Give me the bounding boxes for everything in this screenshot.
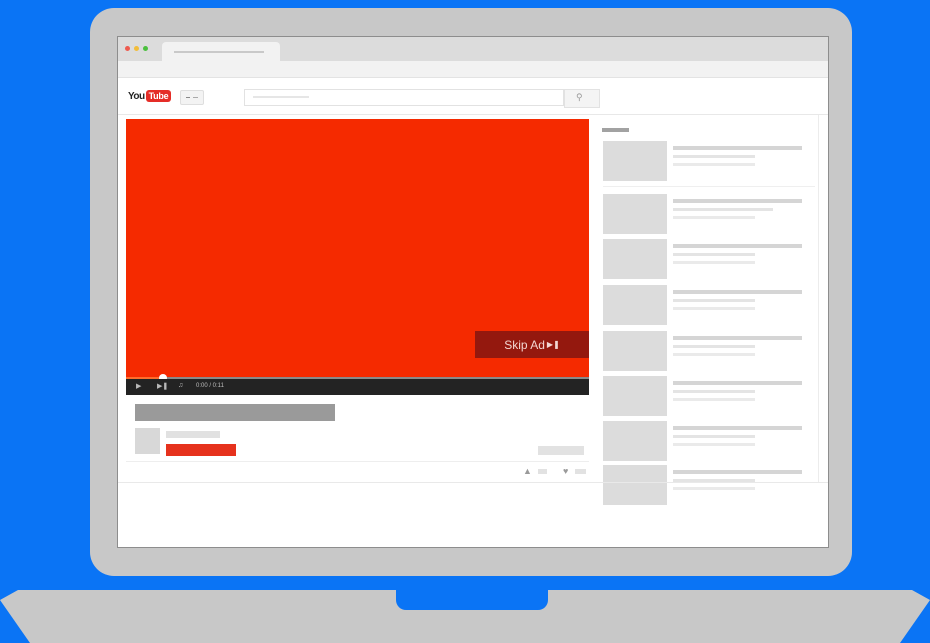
search-input[interactable] xyxy=(244,89,564,106)
tab-title-placeholder xyxy=(174,51,264,53)
chevron-down-icon xyxy=(193,97,198,98)
related-video-thumbnail[interactable] xyxy=(603,421,667,461)
related-video-views-placeholder xyxy=(673,216,755,219)
related-video-channel-placeholder xyxy=(673,435,755,438)
related-video-channel-placeholder xyxy=(673,253,755,256)
related-video-item[interactable] xyxy=(603,331,813,371)
related-video-thumbnail[interactable] xyxy=(603,285,667,325)
youtube-logo[interactable]: You Tube xyxy=(128,89,172,103)
related-video-thumbnail[interactable] xyxy=(603,465,667,505)
browser-address-strip xyxy=(118,61,828,78)
related-video-views-placeholder xyxy=(673,261,755,264)
search-placeholder xyxy=(253,96,309,98)
volume-icon[interactable]: ♫ xyxy=(178,382,183,389)
related-video-item[interactable] xyxy=(603,285,813,325)
menu-icon xyxy=(186,97,190,98)
time-display: 0:00 / 0:11 xyxy=(196,383,224,389)
skip-ad-label: Skip Ad xyxy=(504,337,545,352)
channel-avatar[interactable] xyxy=(135,428,160,454)
related-video-thumbnail[interactable] xyxy=(603,376,667,416)
browser-title-bar xyxy=(118,37,828,62)
related-video-title-placeholder xyxy=(673,336,802,340)
related-video-item[interactable] xyxy=(603,376,813,416)
related-video-views-placeholder xyxy=(673,307,755,310)
related-video-item[interactable] xyxy=(603,465,813,505)
skip-next-icon: ▶❚ xyxy=(546,340,560,349)
window-minimize-button[interactable] xyxy=(134,46,139,51)
related-video-thumbnail[interactable] xyxy=(603,194,667,234)
dislike-count-placeholder xyxy=(575,469,586,474)
related-video-title-placeholder xyxy=(673,381,802,385)
search-icon: ⚲ xyxy=(576,92,583,102)
related-video-thumbnail[interactable] xyxy=(603,239,667,279)
up-next-heading xyxy=(602,128,629,132)
related-video-thumbnail[interactable] xyxy=(603,141,667,181)
channel-name-placeholder[interactable] xyxy=(166,431,220,438)
skip-ad-button[interactable]: Skip Ad ▶❚ xyxy=(475,331,589,358)
laptop-screen: You Tube ⚲ Skip Ad ▶❚ ▶ ▶❚ ♫ 0:00 / 0:11 xyxy=(117,36,829,548)
related-video-views-placeholder xyxy=(673,353,755,356)
player-controls-bar: ▶ ▶❚ ♫ 0:00 / 0:11 xyxy=(126,379,589,395)
play-icon[interactable]: ▶ xyxy=(136,382,141,390)
related-video-title-placeholder xyxy=(673,426,802,430)
related-video-views-placeholder xyxy=(673,163,755,166)
related-video-title-placeholder xyxy=(673,199,802,203)
related-video-views-placeholder xyxy=(673,398,755,401)
related-video-item[interactable] xyxy=(603,194,813,234)
info-divider xyxy=(126,461,589,462)
next-icon[interactable]: ▶❚ xyxy=(157,382,168,390)
related-video-title-placeholder xyxy=(673,290,802,294)
related-video-channel-placeholder xyxy=(673,299,755,302)
related-video-views-placeholder xyxy=(673,487,755,490)
search-button[interactable]: ⚲ xyxy=(564,89,600,108)
related-video-channel-placeholder xyxy=(673,208,773,211)
related-video-thumbnail[interactable] xyxy=(603,331,667,371)
related-video-title-placeholder xyxy=(673,244,802,248)
video-player[interactable]: Skip Ad ▶❚ ▶ ▶❚ ♫ 0:00 / 0:11 xyxy=(126,119,589,395)
related-video-item[interactable] xyxy=(603,239,813,279)
content-bottom-edge xyxy=(118,482,828,483)
youtube-header: You Tube ⚲ xyxy=(118,78,828,115)
browser-tab[interactable] xyxy=(162,42,280,61)
dislike-icon[interactable]: ♥ xyxy=(563,466,568,476)
logo-tube-text: Tube xyxy=(145,90,172,102)
view-count-placeholder xyxy=(538,446,584,455)
related-video-channel-placeholder xyxy=(673,155,755,158)
like-count-placeholder xyxy=(538,469,547,474)
related-video-item[interactable] xyxy=(603,421,813,461)
guide-menu-button[interactable] xyxy=(180,90,204,105)
sidebar-border xyxy=(818,115,819,482)
related-video-channel-placeholder xyxy=(673,345,755,348)
related-video-title-placeholder xyxy=(673,470,802,474)
related-video-views-placeholder xyxy=(673,443,755,446)
laptop-base-notch xyxy=(396,590,548,610)
related-video-title-placeholder xyxy=(673,146,802,150)
like-icon[interactable]: ▲ xyxy=(523,466,532,476)
related-video-item[interactable] xyxy=(603,141,813,181)
related-video-channel-placeholder xyxy=(673,390,755,393)
window-close-button[interactable] xyxy=(125,46,130,51)
sidebar-divider xyxy=(603,186,815,187)
logo-you-text: You xyxy=(128,90,145,102)
window-maximize-button[interactable] xyxy=(143,46,148,51)
subscribe-button[interactable] xyxy=(166,444,236,456)
video-title-placeholder xyxy=(135,404,335,421)
